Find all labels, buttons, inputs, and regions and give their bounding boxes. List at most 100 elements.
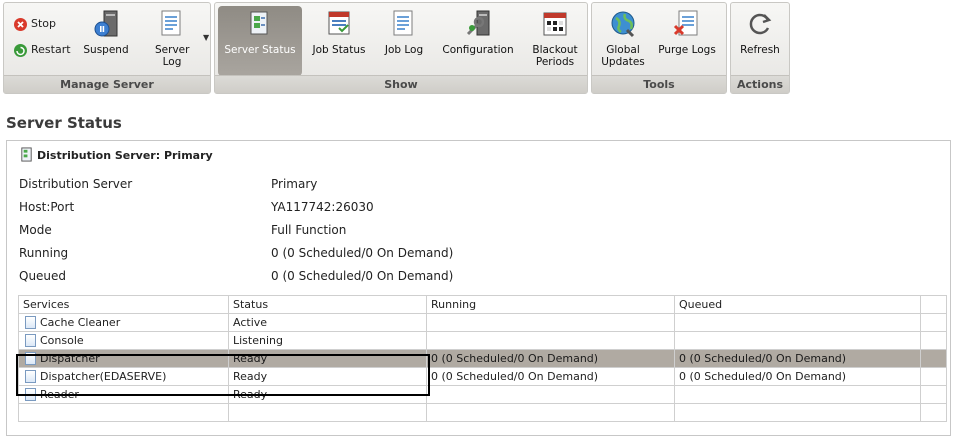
configuration-button[interactable]: Configuration <box>437 6 519 76</box>
restart-button[interactable]: Restart <box>14 41 71 59</box>
job-status-icon <box>328 11 350 35</box>
column-header-running[interactable]: Running <box>426 295 675 314</box>
server-log-button[interactable]: Server Log <box>144 6 200 76</box>
queued-cell <box>674 385 921 404</box>
document-icon <box>25 334 36 348</box>
queued-cell <box>674 313 921 332</box>
status-cell: Ready <box>228 367 427 386</box>
running-cell: 0 (0 Scheduled/0 On Demand) <box>426 349 675 368</box>
host-port-value: YA117742:26030 <box>271 200 374 214</box>
document-icon <box>25 316 36 330</box>
queued-cell: 0 (0 Scheduled/0 On Demand) <box>674 367 921 386</box>
service-name: Cache Cleaner <box>40 315 121 329</box>
running-value: 0 (0 Scheduled/0 On Demand) <box>271 246 454 260</box>
suspend-icon <box>94 10 118 37</box>
server-status-label: Server Status <box>224 44 296 56</box>
tools-group: Global Updates Purge Logs Tools <box>591 2 727 94</box>
actions-group-label: Actions <box>731 75 789 93</box>
mode-label: Mode <box>19 223 52 237</box>
queued-cell: 0 (0 Scheduled/0 On Demand) <box>674 349 921 368</box>
table-row[interactable]: Console Listening <box>18 331 947 350</box>
job-log-icon <box>393 10 413 36</box>
blackout-periods-button[interactable]: Blackout Periods <box>527 6 583 76</box>
extra-cell <box>920 385 947 404</box>
purge-logs-label: Purge Logs <box>658 44 716 56</box>
stop-icon <box>14 17 27 31</box>
purge-logs-button[interactable]: Purge Logs <box>656 6 718 76</box>
blackout-periods-icon <box>543 12 567 36</box>
column-header-services[interactable]: Services <box>18 295 229 314</box>
server-status-icon <box>21 147 32 162</box>
service-cell: Console <box>18 331 229 350</box>
panel-header: Distribution Server: Primary <box>37 149 213 162</box>
server-status-button[interactable]: Server Status <box>218 6 302 76</box>
page-title: Server Status <box>6 114 122 132</box>
table-header-row: Services Status Running Queued <box>18 295 947 314</box>
extra-cell <box>920 349 947 368</box>
job-log-button[interactable]: Job Log <box>379 6 429 76</box>
service-name: Dispatcher(EDASERVE) <box>40 369 167 383</box>
running-cell: 0 (0 Scheduled/0 On Demand) <box>426 367 675 386</box>
table-row-empty <box>18 403 947 422</box>
manage-server-group-label: Manage Server <box>4 75 210 93</box>
queued-cell <box>674 331 921 350</box>
service-cell: Cache Cleaner <box>18 313 229 332</box>
refresh-label: Refresh <box>740 44 780 56</box>
service-name: Console <box>40 333 84 347</box>
service-cell: Reader <box>18 385 229 404</box>
queued-value: 0 (0 Scheduled/0 On Demand) <box>271 269 454 283</box>
service-cell: Dispatcher <box>18 349 229 368</box>
table-row[interactable]: Cache Cleaner Active <box>18 313 947 332</box>
document-icon <box>25 352 36 366</box>
distribution-server-label: Distribution Server <box>19 177 133 191</box>
distribution-server-value: Primary <box>271 177 318 191</box>
job-status-label: Job Status <box>312 44 366 56</box>
service-cell: Dispatcher(EDASERVE) <box>18 367 229 386</box>
global-updates-label: Global Updates <box>601 44 645 68</box>
running-label: Running <box>19 246 69 260</box>
stop-button[interactable]: Stop <box>14 15 56 33</box>
extra-cell <box>920 331 947 350</box>
document-icon <box>25 370 36 384</box>
server-log-label: Server Log <box>155 44 190 68</box>
status-cell: Ready <box>228 385 427 404</box>
table-row-selected[interactable]: Dispatcher Ready 0 (0 Scheduled/0 On Dem… <box>18 349 947 368</box>
refresh-button[interactable]: Refresh <box>735 6 785 76</box>
suspend-button[interactable]: Suspend <box>80 6 132 76</box>
services-table: Services Status Running Queued Cache Cle… <box>18 295 947 422</box>
manage-server-group: Stop Restart Suspend Server Log ▼ Manage… <box>3 2 211 94</box>
purge-logs-icon <box>673 10 698 36</box>
service-name: Dispatcher <box>40 351 100 365</box>
suspend-label: Suspend <box>83 44 129 56</box>
table-row[interactable]: Dispatcher(EDASERVE) Ready 0 (0 Schedule… <box>18 367 947 386</box>
column-header-status[interactable]: Status <box>228 295 427 314</box>
running-cell <box>426 331 675 350</box>
restart-label: Restart <box>31 43 71 56</box>
status-cell: Active <box>228 313 427 332</box>
status-cell: Listening <box>228 331 427 350</box>
document-icon <box>25 388 36 402</box>
show-group-label: Show <box>215 75 587 93</box>
table-row[interactable]: Reader Ready <box>18 385 947 404</box>
column-header-queued[interactable]: Queued <box>674 295 921 314</box>
server-log-icon <box>161 10 181 36</box>
stop-label: Stop <box>31 17 57 30</box>
running-cell <box>426 313 675 332</box>
server-log-dropdown-icon[interactable]: ▼ <box>203 33 209 42</box>
queued-label: Queued <box>19 269 67 283</box>
mode-value: Full Function <box>271 223 347 237</box>
status-cell: Ready <box>228 349 427 368</box>
server-status-icon <box>250 11 268 35</box>
show-group: Server Status Job Status Job Log Configu… <box>214 2 588 94</box>
global-updates-icon <box>611 11 635 38</box>
extra-cell <box>920 367 947 386</box>
configuration-label: Configuration <box>442 44 514 56</box>
actions-group: Refresh Actions <box>730 2 790 94</box>
running-cell <box>426 385 675 404</box>
job-status-button[interactable]: Job Status <box>307 6 371 76</box>
configuration-icon <box>466 10 490 36</box>
column-header-extra <box>920 295 947 314</box>
global-updates-button[interactable]: Global Updates <box>596 6 650 76</box>
restart-icon <box>14 43 27 57</box>
refresh-icon <box>749 13 772 35</box>
